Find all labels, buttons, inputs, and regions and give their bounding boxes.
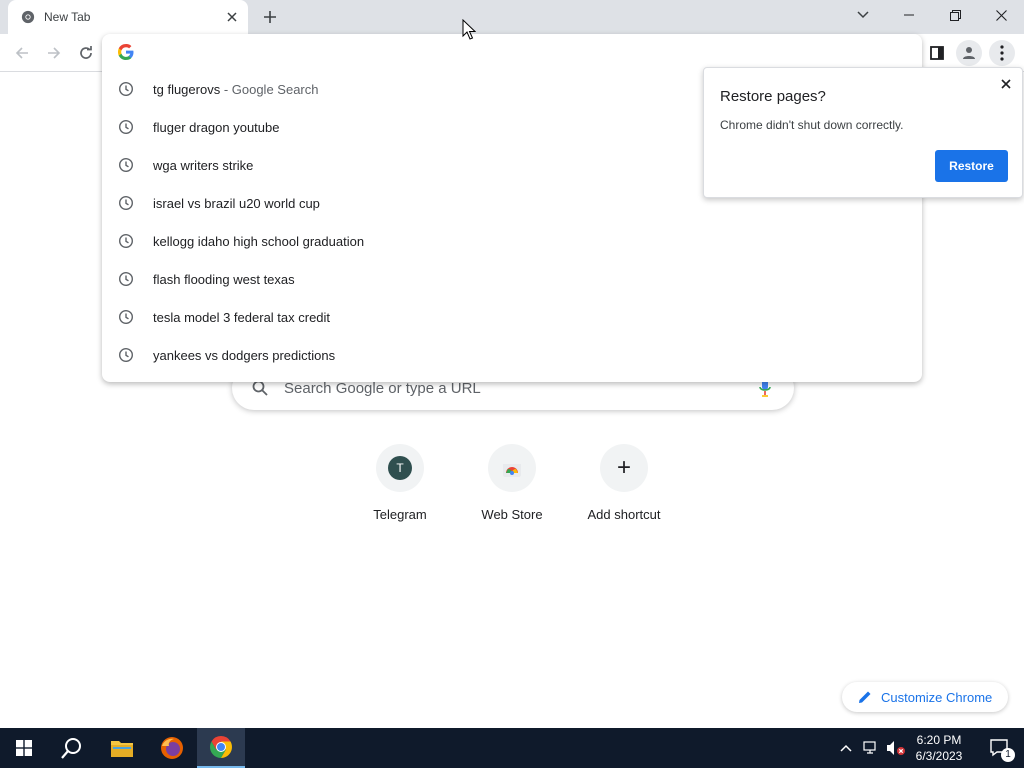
taskbar-chrome[interactable]	[197, 728, 245, 768]
omnibox-input[interactable]	[102, 34, 922, 70]
volume-muted-icon	[887, 741, 905, 755]
suggestion-item[interactable]: tesla model 3 federal tax credit	[102, 298, 922, 336]
profile-button[interactable]	[956, 40, 982, 66]
shortcut-web-store[interactable]: Web Store	[456, 444, 568, 534]
tab-close-button[interactable]	[222, 7, 242, 27]
back-button[interactable]	[9, 40, 35, 66]
close-icon	[995, 9, 1007, 21]
tab-strip: New Tab	[0, 0, 1024, 34]
telegram-avatar: T	[388, 456, 412, 480]
customize-chrome-button[interactable]: Customize Chrome	[842, 682, 1008, 712]
suggestion-text: flash flooding west texas	[153, 272, 295, 287]
clock[interactable]: 6:20 PM 6/3/2023	[910, 732, 968, 764]
shortcut-icon-tile: T	[376, 444, 424, 492]
tab-title: New Tab	[44, 10, 91, 24]
suggestion-text: israel vs brazil u20 world cup	[153, 196, 320, 211]
restore-window-icon	[949, 9, 961, 21]
close-icon	[227, 12, 237, 22]
suggestion-item[interactable]: yankees vs dodgers predictions	[102, 336, 922, 374]
person-icon	[963, 47, 975, 59]
google-icon	[118, 44, 134, 60]
network-icon	[863, 741, 876, 754]
history-icon	[118, 347, 134, 363]
chrome-icon	[21, 10, 35, 24]
restore-pages-dialog: Restore pages? Chrome didn't shut down c…	[703, 67, 1023, 198]
restore-button[interactable]: Restore	[935, 150, 1008, 182]
web-store-icon	[503, 464, 521, 477]
restore-dialog-message: Chrome didn't shut down correctly.	[720, 118, 904, 132]
start-button[interactable]	[0, 728, 48, 768]
pencil-icon	[859, 691, 871, 703]
restore-window-button[interactable]	[932, 0, 978, 30]
suggestion-text: tesla model 3 federal tax credit	[153, 310, 331, 325]
side-panel-button[interactable]	[924, 40, 950, 66]
history-icon	[118, 119, 134, 135]
minimize-button[interactable]	[886, 0, 932, 30]
suggestion-text: wga writers strike	[153, 158, 254, 173]
suggestion-text: yankees vs dodgers predictions	[153, 348, 336, 363]
notification-center-button[interactable]: 1	[976, 728, 1024, 768]
network-button[interactable]	[859, 728, 883, 768]
restore-dialog-title: Restore pages?	[720, 88, 826, 105]
new-tab-button[interactable]	[258, 5, 282, 29]
suggestion-text: kellogg idaho high school graduation	[153, 234, 365, 249]
side-panel-icon	[930, 46, 944, 60]
suggestion-item[interactable]: kellogg idaho high school graduation	[102, 222, 922, 260]
search-icon	[61, 738, 81, 759]
folder-icon	[111, 741, 133, 757]
arrow-left-icon	[15, 47, 28, 59]
close-icon	[1001, 79, 1011, 89]
clock-time: 6:20 PM	[916, 733, 962, 747]
chevron-down-icon	[857, 11, 869, 19]
close-window-button[interactable]	[978, 0, 1024, 30]
notification-count: 1	[1001, 748, 1015, 762]
tab-new-tab[interactable]: New Tab	[8, 0, 248, 34]
plus-icon: +	[616, 454, 631, 481]
arrow-right-icon	[48, 47, 61, 59]
firefox-icon	[161, 737, 183, 759]
shortcut-label: Add shortcut	[587, 507, 661, 522]
chevron-up-icon	[840, 744, 852, 752]
history-icon	[118, 271, 134, 287]
suggestion-item[interactable]: flash flooding west texas	[102, 260, 922, 298]
show-hidden-icons-button[interactable]	[832, 728, 860, 768]
reload-button[interactable]	[73, 40, 99, 66]
ntp-search-placeholder: Search Google or type a URL	[284, 380, 481, 397]
volume-button[interactable]	[883, 728, 909, 768]
plus-icon	[264, 11, 276, 23]
menu-button[interactable]	[989, 40, 1015, 66]
taskbar-search-button[interactable]	[48, 728, 96, 768]
clock-date: 6/3/2023	[915, 749, 963, 763]
search-icon	[252, 380, 268, 396]
history-icon	[118, 195, 134, 211]
more-vert-icon	[1000, 45, 1004, 61]
history-icon	[118, 309, 134, 325]
taskbar: 6:20 PM 6/3/2023 1	[0, 728, 1024, 768]
windows-icon	[16, 740, 32, 756]
taskbar-file-explorer[interactable]	[98, 728, 146, 768]
suggestion-suffix: - Google Search	[220, 82, 319, 97]
mouse-cursor-icon	[462, 19, 476, 40]
tab-search-button[interactable]	[840, 0, 886, 30]
shortcut-icon-tile: +	[600, 444, 648, 492]
shortcut-label: Web Store	[481, 507, 543, 522]
forward-button[interactable]	[41, 40, 67, 66]
taskbar-firefox[interactable]	[148, 728, 196, 768]
suggestion-text: tg flugerovs	[153, 82, 221, 97]
shortcut-label: Telegram	[373, 507, 427, 522]
chrome-icon	[210, 736, 232, 758]
telegram-initial: T	[396, 461, 404, 475]
shortcut-telegram[interactable]: T Telegram	[344, 444, 456, 534]
restore-dialog-close-button[interactable]	[996, 74, 1016, 94]
shortcut-add[interactable]: + Add shortcut	[568, 444, 680, 534]
shortcut-icon-tile	[488, 444, 536, 492]
customize-chrome-label: Customize Chrome	[881, 690, 993, 705]
history-icon	[118, 233, 134, 249]
history-icon	[118, 81, 134, 97]
reload-icon	[80, 46, 92, 59]
history-icon	[118, 157, 134, 173]
minimize-icon	[904, 14, 914, 16]
suggestion-text: fluger dragon youtube	[153, 120, 280, 135]
